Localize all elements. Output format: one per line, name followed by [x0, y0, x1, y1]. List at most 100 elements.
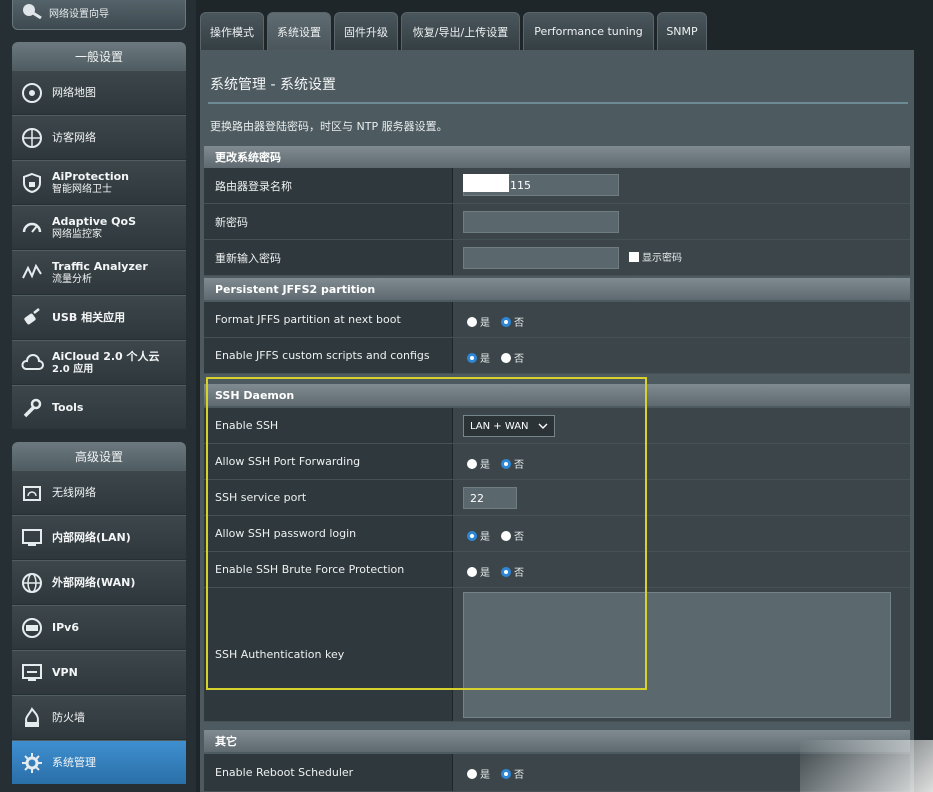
row-confirm-password: 重新输入密码 显示密码	[204, 240, 910, 276]
page-title: 系统管理 - 系统设置	[210, 77, 336, 93]
tab-restore-save-upload[interactable]: 恢复/导出/上传设置	[401, 12, 520, 50]
advanced-settings-header: 高级设置	[12, 442, 186, 470]
jffs-scripts-label: Enable JFFS custom scripts and configs	[215, 349, 430, 362]
format-jffs-label: Format JFFS partition at next boot	[215, 313, 401, 326]
row-format-jffs: Format JFFS partition at next boot 是 否	[204, 302, 910, 338]
sidebar-item-label: Traffic Analyzer	[52, 259, 148, 273]
sidebar-item-label: 内部网络(LAN)	[52, 531, 131, 544]
reboot-scheduler-no-radio[interactable]: 否	[501, 766, 524, 781]
quick-setup-button[interactable]: 网络设置向导	[12, 0, 186, 30]
cloud-icon	[20, 351, 44, 375]
jffs-scripts-yes-radio[interactable]: 是	[467, 350, 490, 365]
radio-dot	[501, 768, 511, 779]
page-description: 更换路由器登陆密码，时区与 NTP 服务器设置。	[210, 120, 448, 133]
sidebar-item-administration[interactable]: 系统管理	[12, 740, 186, 784]
ipv6-globe-icon	[20, 616, 44, 640]
section-header-jffs: Persistent JFFS2 partition	[204, 278, 910, 300]
tab-snmp[interactable]: SNMP	[657, 12, 707, 50]
radio-yes-label: 是	[480, 318, 490, 329]
sidebar-item-ipv6[interactable]: IPv6	[12, 605, 186, 649]
monitor-icon	[20, 526, 44, 550]
radio-no-label: 否	[514, 770, 524, 781]
format-jffs-no-radio[interactable]: 否	[501, 314, 524, 329]
tab-system[interactable]: 系统设置	[267, 12, 331, 50]
radio-no-label: 否	[514, 318, 524, 329]
wifi-router-icon	[20, 481, 44, 505]
general-settings-header: 一般设置	[12, 42, 186, 70]
new-password-input[interactable]	[463, 211, 619, 233]
lock-shield-icon	[20, 171, 44, 195]
radio-dot	[501, 316, 511, 327]
sidebar-item-vpn[interactable]: VPN	[12, 650, 186, 694]
globe-icon	[20, 571, 44, 595]
usb-plug-icon	[20, 306, 44, 330]
sidebar-item-aicloud[interactable]: AiCloud 2.0 个人云 2.0 应用	[12, 340, 186, 384]
sidebar-item-traffic-analyzer[interactable]: Traffic Analyzer 流量分析	[12, 250, 186, 294]
jffs-scripts-no-radio[interactable]: 否	[501, 350, 524, 365]
fire-wall-icon	[20, 706, 44, 730]
section-header-password: 更改系统密码	[204, 146, 910, 168]
sidebar-item-firewall[interactable]: 防火墙	[12, 695, 186, 739]
sidebar-item-label: 网络地图	[52, 86, 96, 99]
sidebar-item-label: VPN	[52, 666, 78, 679]
sidebar-item-label: USB 相关应用	[52, 311, 126, 324]
sidebar-item-label: Tools	[52, 401, 84, 414]
login-name-input[interactable]: 115	[463, 174, 619, 196]
radio-dot	[467, 316, 477, 327]
reboot-scheduler-label: Enable Reboot Scheduler	[215, 766, 354, 779]
sidebar-item-adaptive-qos[interactable]: Adaptive QoS 网络监控家	[12, 205, 186, 249]
vpn-screen-icon	[20, 661, 44, 685]
wrench-icon	[20, 396, 44, 420]
globe-map-icon	[20, 81, 44, 105]
guest-globe-icon	[20, 126, 44, 150]
radio-yes-label: 是	[480, 354, 490, 365]
sidebar-item-sublabel: 流量分析	[52, 273, 92, 285]
sidebar-item-label: AiProtection	[52, 169, 129, 183]
wizard-icon	[23, 4, 42, 19]
quick-setup-label: 网络设置向导	[49, 8, 109, 20]
show-password-label: 显示密码	[642, 253, 682, 264]
format-jffs-yes-radio[interactable]: 是	[467, 314, 490, 329]
sidebar-item-label: 防火墙	[52, 711, 85, 724]
confirm-password-label: 重新输入密码	[215, 251, 281, 265]
sidebar-item-label: 系统管理	[52, 756, 96, 769]
sidebar-item-aiprotection[interactable]: AiProtection 智能网络卫士	[12, 160, 186, 204]
row-login-name: 路由器登录名称 115	[204, 168, 910, 204]
tab-performance-tuning[interactable]: Performance tuning	[523, 12, 654, 50]
login-name-label: 路由器登录名称	[215, 179, 292, 193]
tab-operation-mode[interactable]: 操作模式	[200, 12, 264, 50]
ssh-highlight-box	[206, 377, 647, 690]
sidebar: 网络设置向导 一般设置 网络地图 访客网络 AiProtection 智能网络卫士…	[0, 0, 196, 792]
checkbox-box	[629, 251, 639, 262]
sidebar-item-label: AiCloud 2.0 个人云	[52, 349, 160, 363]
radio-no-label: 否	[514, 354, 524, 365]
sidebar-item-sublabel: 2.0 应用	[52, 363, 94, 375]
photo-glare	[800, 740, 933, 792]
pulse-chart-icon	[20, 261, 44, 285]
title-divider	[208, 102, 908, 104]
sidebar-item-wireless[interactable]: 无线网络	[12, 470, 186, 514]
radio-dot	[501, 352, 511, 363]
radio-yes-label: 是	[480, 770, 490, 781]
sidebar-item-network-map[interactable]: 网络地图	[12, 70, 186, 114]
redacted-mask	[463, 174, 509, 192]
show-password-checkbox[interactable]: 显示密码	[629, 249, 682, 264]
sidebar-item-lan[interactable]: 内部网络(LAN)	[12, 515, 186, 559]
sidebar-item-usb-apps[interactable]: USB 相关应用	[12, 295, 186, 339]
sidebar-item-sublabel: 智能网络卫士	[52, 183, 112, 195]
radio-dot	[467, 768, 477, 779]
reboot-scheduler-yes-radio[interactable]: 是	[467, 766, 490, 781]
sidebar-item-guest-network[interactable]: 访客网络	[12, 115, 186, 159]
login-name-value: 115	[510, 178, 531, 192]
confirm-password-input[interactable]	[463, 247, 619, 269]
sidebar-item-label: 外部网络(WAN)	[52, 576, 136, 589]
sidebar-item-label: 访客网络	[52, 131, 96, 144]
tab-firmware-upgrade[interactable]: 固件升级	[334, 12, 398, 50]
row-new-password: 新密码	[204, 204, 910, 240]
new-password-label: 新密码	[215, 215, 248, 229]
sidebar-item-tools[interactable]: Tools	[12, 385, 186, 429]
sidebar-item-wan[interactable]: 外部网络(WAN)	[12, 560, 186, 604]
row-jffs-scripts: Enable JFFS custom scripts and configs 是…	[204, 338, 910, 374]
sidebar-item-sublabel: 网络监控家	[52, 228, 102, 240]
radio-dot	[467, 352, 477, 363]
